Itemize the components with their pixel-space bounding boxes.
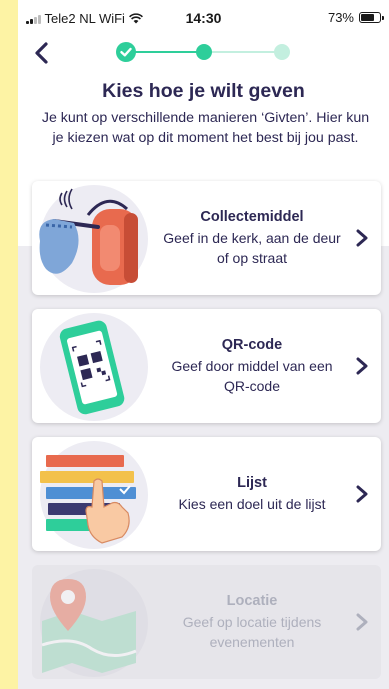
- chevron-right-icon: [356, 485, 368, 503]
- collection-bag-icon: [39, 185, 148, 293]
- step-current: [196, 44, 212, 60]
- battery-icon: [359, 12, 384, 23]
- option-card-qr-code[interactable]: QR-code Geef door middel van een QR-code: [32, 309, 381, 423]
- option-card-location[interactable]: Locatie Geef op locatie tijdens evenemen…: [32, 565, 381, 679]
- option-card-list[interactable]: Lijst Kies een doel uit de lijst: [32, 437, 381, 551]
- option-title: QR-code: [221, 336, 283, 353]
- option-title: Lijst: [237, 474, 267, 491]
- progress-stepper: [116, 42, 290, 62]
- option-description: Geef door middel van een QR-code: [171, 357, 333, 394]
- option-title: Locatie: [226, 592, 278, 609]
- option-description: Geef in de kerk, aan de deur of op straa…: [163, 229, 341, 266]
- chevron-left-icon: [35, 42, 48, 64]
- app-screen: Tele2 NL WiFi 14:30 73% Kies hoe je wilt: [18, 0, 389, 689]
- list-hand-icon: [40, 441, 148, 549]
- step-upcoming: [274, 44, 290, 60]
- option-title: Collectemiddel: [200, 208, 304, 225]
- status-bar: Tele2 NL WiFi 14:30 73%: [18, 0, 389, 36]
- option-text: Collectemiddel Geef in de kerk, aan de d…: [162, 181, 342, 295]
- chevron-right-icon: [356, 229, 368, 247]
- battery-fill: [361, 14, 375, 21]
- chevron-right-icon: [356, 613, 368, 631]
- option-text: QR-code Geef door middel van een QR-code: [162, 309, 342, 423]
- option-text: Lijst Kies een doel uit de lijst: [162, 437, 342, 551]
- option-text: Locatie Geef op locatie tijdens evenemen…: [162, 565, 342, 679]
- step-completed: [116, 42, 136, 62]
- chevron-right-icon: [356, 357, 368, 375]
- battery-percentage: 73%: [327, 10, 354, 25]
- qr-phone-icon: [40, 313, 148, 421]
- back-button[interactable]: [26, 36, 62, 72]
- option-card-collection[interactable]: Collectemiddel Geef in de kerk, aan de d…: [32, 181, 381, 295]
- map-pin-icon: [40, 569, 148, 677]
- page-subtitle: Je kunt op verschillende manieren ‘Givte…: [41, 110, 370, 146]
- page-title: Kies hoe je wilt geven: [102, 80, 305, 102]
- option-description: Geef op locatie tijdens evenementen: [182, 613, 322, 650]
- option-description: Kies een doel uit de lijst: [178, 495, 326, 512]
- status-right: 73%: [327, 10, 384, 25]
